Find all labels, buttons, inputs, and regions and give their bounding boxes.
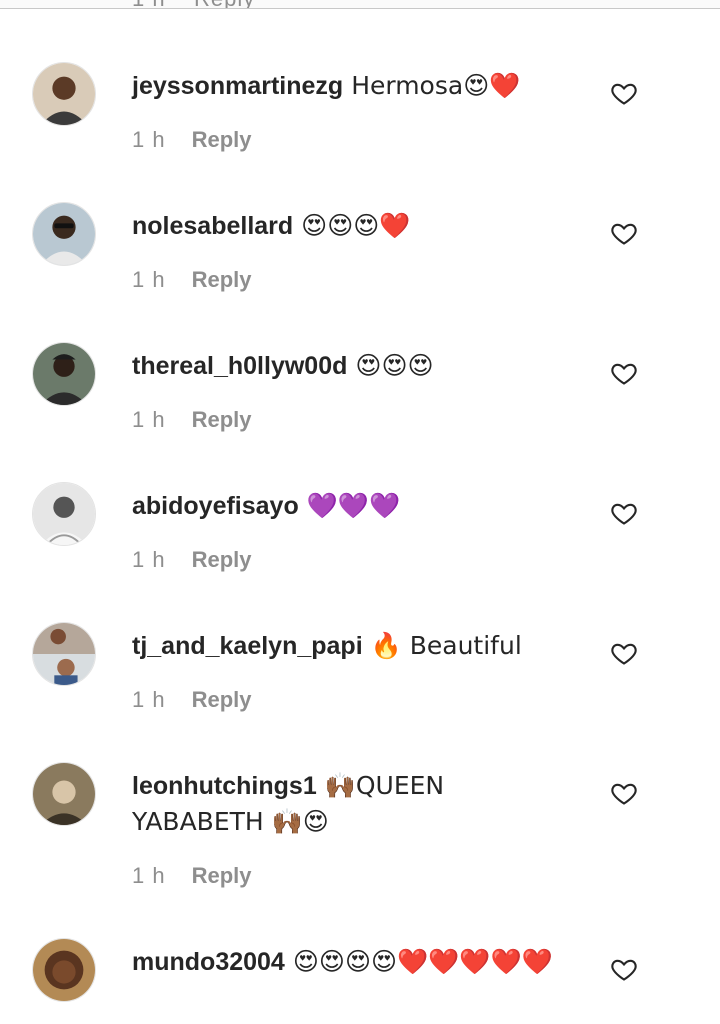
avatar[interactable] <box>32 62 96 126</box>
comment-username[interactable]: nolesabellard <box>132 212 293 240</box>
heart-outline-icon[interactable] <box>610 359 638 387</box>
comment-text: Hermosa😍❤️ <box>351 71 521 100</box>
comment-meta: 1 h Reply <box>132 266 252 294</box>
comment-text: 💜💜💜 <box>306 491 401 520</box>
comment-time: 1 h <box>132 687 166 712</box>
comment-time: 1 h <box>132 127 166 152</box>
comment-time: 1 h <box>132 863 166 888</box>
reply-button[interactable]: Reply <box>192 863 252 888</box>
comment-meta: 1 h Reply <box>132 126 252 154</box>
reply-button[interactable]: Reply <box>194 0 255 8</box>
comment-username[interactable]: mundo32004 <box>132 948 285 976</box>
reply-button[interactable]: Reply <box>192 267 252 292</box>
comment-time: 1 h <box>132 547 166 572</box>
comment-meta: 1 h Reply <box>132 686 252 714</box>
avatar[interactable] <box>32 762 96 826</box>
comment-time: 1 h <box>132 407 166 432</box>
heart-outline-icon[interactable] <box>610 79 638 107</box>
comment-text: 🔥 Beautiful <box>370 631 522 660</box>
heart-outline-icon[interactable] <box>610 219 638 247</box>
comment-time: 1 h <box>132 267 166 292</box>
comment-body: leonhutchings1 🙌🏾QUEEN YABABETH 🙌🏾😍 <box>132 768 572 840</box>
comment-meta: 1 h Reply <box>132 406 252 434</box>
reply-button[interactable]: Reply <box>192 547 252 572</box>
comment-time: 1 h <box>132 0 166 8</box>
comment-body: abidoyefisayo 💜💜💜 <box>132 488 572 524</box>
avatar[interactable] <box>32 202 96 266</box>
comment-meta: 1 h Reply <box>132 546 252 574</box>
comment-username[interactable]: leonhutchings1 <box>132 772 317 800</box>
avatar[interactable] <box>32 482 96 546</box>
heart-outline-icon[interactable] <box>610 639 638 667</box>
comment-body: mundo32004 😍😍😍😍❤️❤️❤️❤️❤️ <box>132 944 572 980</box>
comment-text: 😍😍😍❤️ <box>301 211 411 240</box>
heart-outline-icon[interactable] <box>610 499 638 527</box>
comment-username[interactable]: tj_and_kaelyn_papi <box>132 632 363 660</box>
comment-username[interactable]: abidoyefisayo <box>132 492 299 520</box>
previous-comment-cut: 1 h Reply <box>0 0 720 9</box>
heart-outline-icon[interactable] <box>610 779 638 807</box>
reply-button[interactable]: Reply <box>192 127 252 152</box>
reply-button[interactable]: Reply <box>192 407 252 432</box>
avatar[interactable] <box>32 938 96 1002</box>
comment-text: 😍😍😍😍❤️❤️❤️❤️❤️ <box>292 947 553 976</box>
avatar[interactable] <box>32 342 96 406</box>
comment-body: thereal_h0llyw00d 😍😍😍 <box>132 348 572 384</box>
comment-body: nolesabellard 😍😍😍❤️ <box>132 208 572 244</box>
comment-body: tj_and_kaelyn_papi 🔥 Beautiful <box>132 628 572 664</box>
comment-meta: 1 h Reply <box>132 862 252 890</box>
comment-username[interactable]: jeyssonmartinezg <box>132 72 343 100</box>
comment-username[interactable]: thereal_h0llyw00d <box>132 352 347 380</box>
previous-comment-meta: 1 h Reply <box>132 0 255 8</box>
comment-body: jeyssonmartinezg Hermosa😍❤️ <box>132 68 572 104</box>
heart-outline-icon[interactable] <box>610 955 638 983</box>
reply-button[interactable]: Reply <box>192 687 252 712</box>
comment-text: 😍😍😍 <box>355 351 434 380</box>
avatar[interactable] <box>32 622 96 686</box>
